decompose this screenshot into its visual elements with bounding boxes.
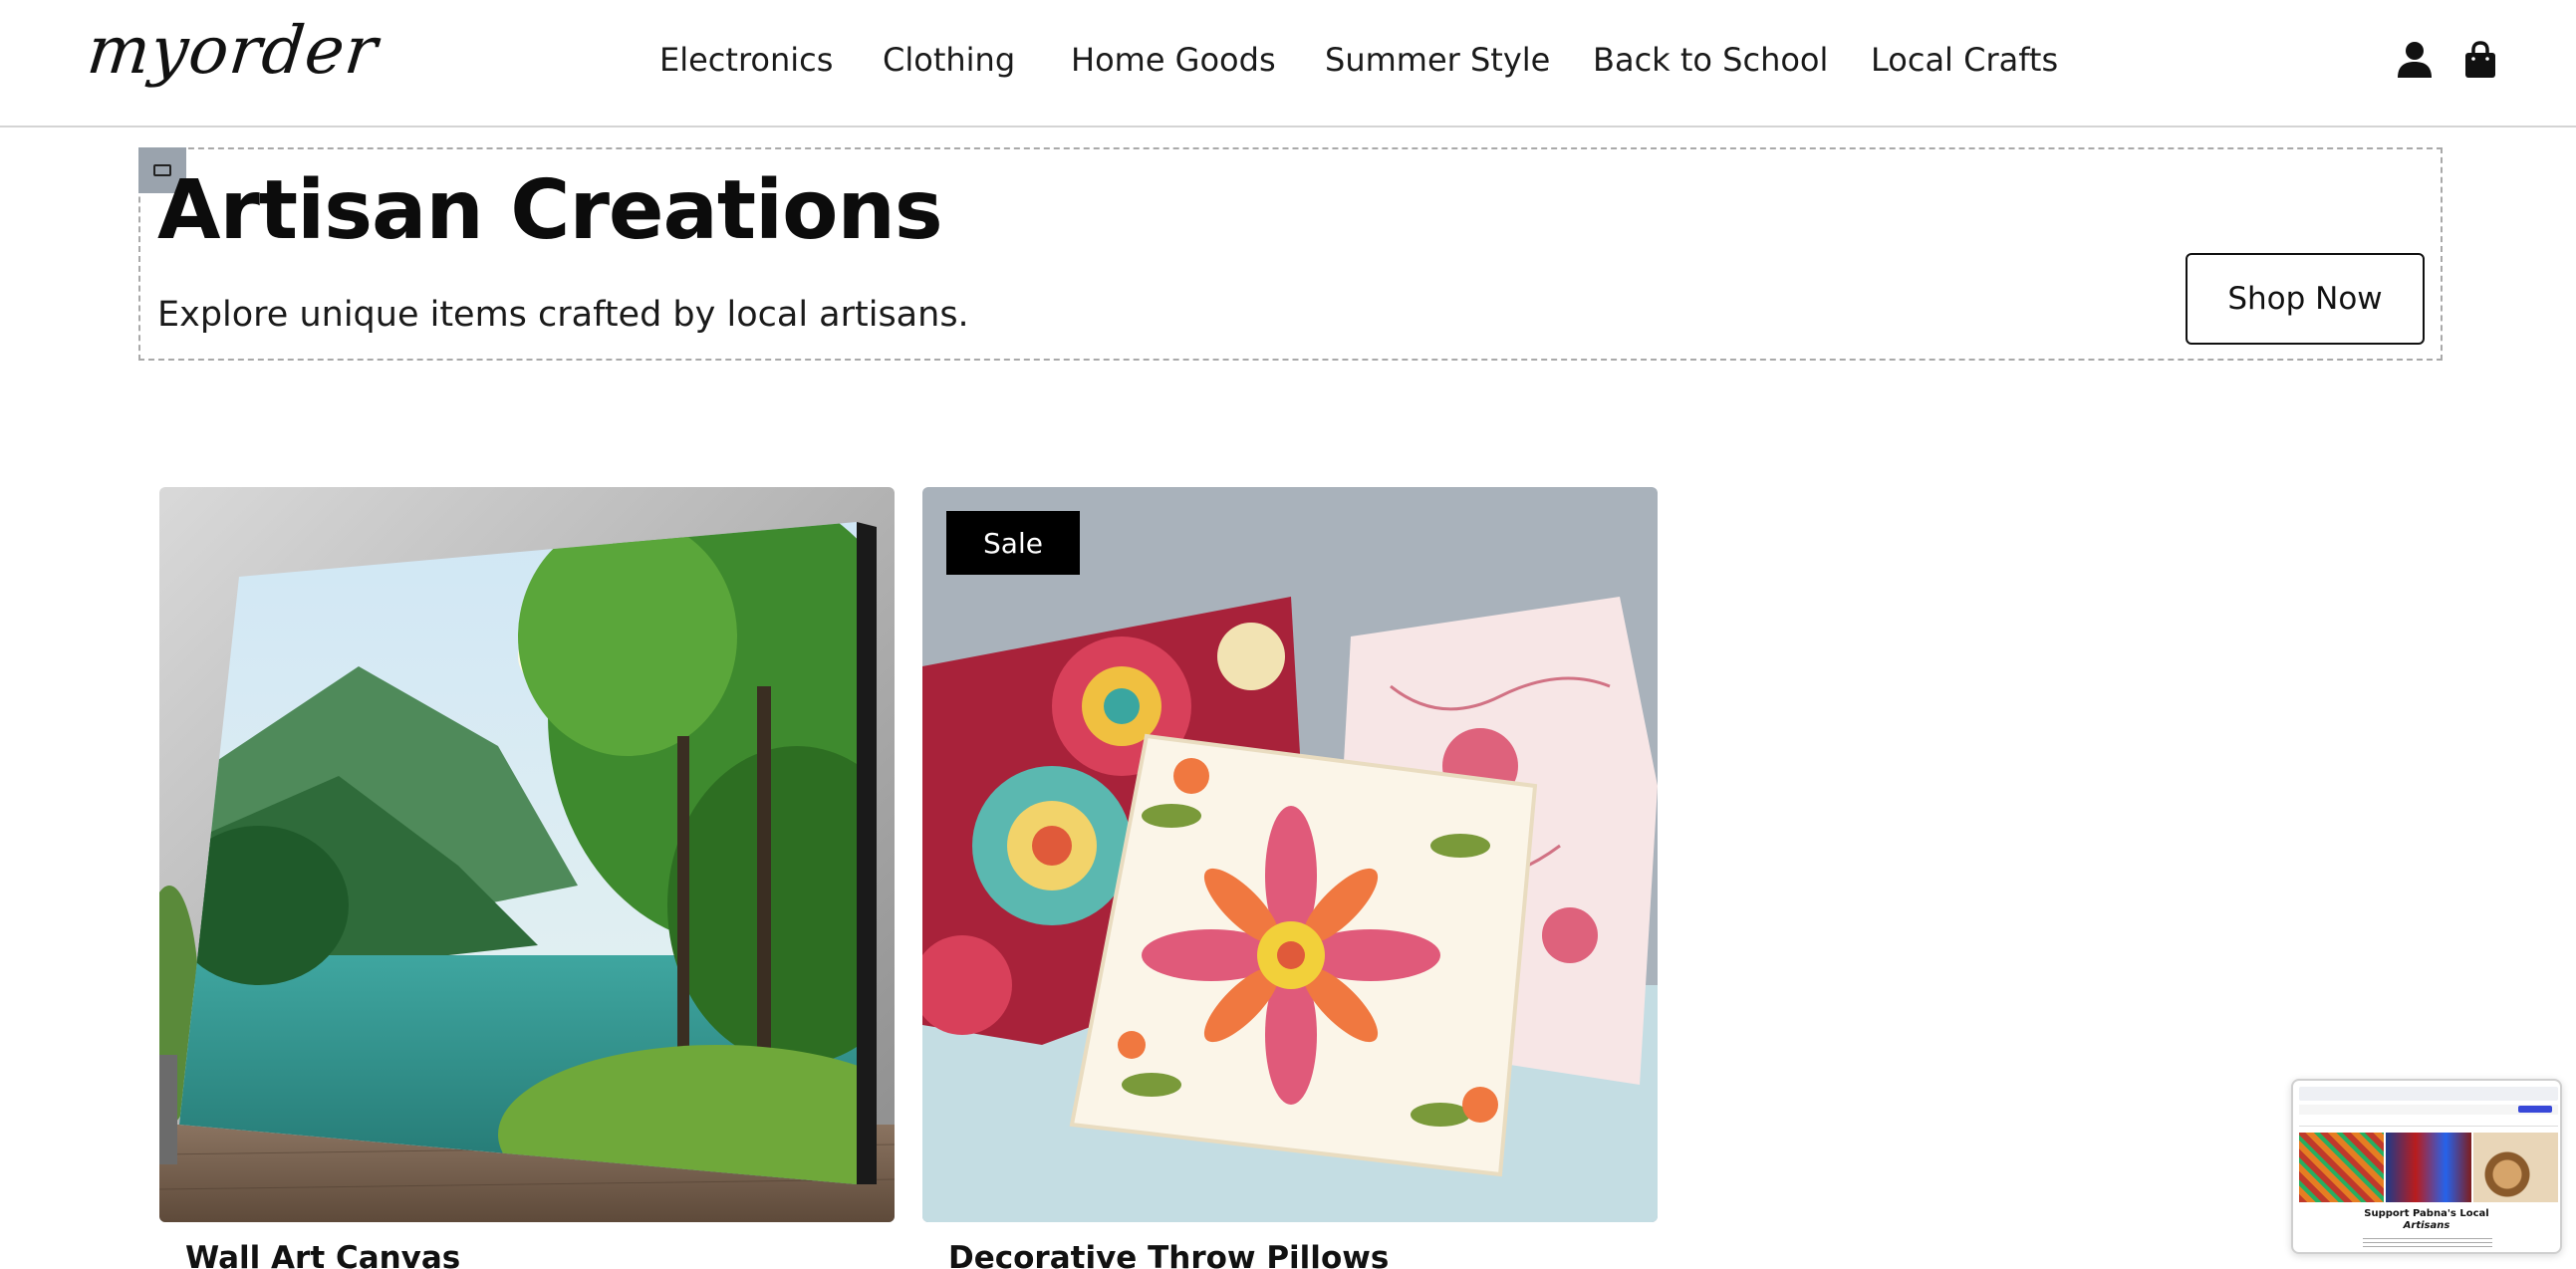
product-title[interactable]: Wall Art Canvas [185, 1240, 460, 1269]
preview-title-line1: Support Pabna's Local [2364, 1208, 2489, 1219]
preview-image [2299, 1133, 2385, 1202]
preview-address-bar [2299, 1105, 2558, 1115]
nav-item-home-goods[interactable]: Home Goods [1071, 38, 1276, 82]
product-image-wall-art[interactable] [159, 487, 895, 1222]
preview-nav [2299, 1121, 2558, 1127]
hero-title: Artisan Creations [157, 163, 943, 258]
product-card[interactable]: Sale Decorative Throw Pillows [922, 487, 1658, 1269]
nav-item-summer-style[interactable]: Summer Style [1325, 38, 1550, 82]
preview-images [2299, 1133, 2558, 1202]
preview-body-text [2363, 1238, 2492, 1250]
site-header: myorder Electronics Clothing Home Goods … [0, 0, 2576, 127]
product-image-throw-pillows[interactable] [922, 487, 1658, 1222]
product-title[interactable]: Decorative Throw Pillows [948, 1240, 1389, 1269]
preview-title-line2: Artisans [2403, 1220, 2450, 1231]
preview-image [2472, 1133, 2558, 1202]
main-nav: Electronics Clothing Home Goods Summer S… [0, 38, 2576, 82]
preview-browser-tabs [2299, 1087, 2558, 1101]
nav-item-local-crafts[interactable]: Local Crafts [1871, 38, 2058, 82]
preview-image [2386, 1133, 2471, 1202]
nav-item-clothing[interactable]: Clothing [883, 38, 1015, 82]
product-card[interactable]: Wall Art Canvas [159, 487, 895, 1269]
shop-now-button[interactable]: Shop Now [2186, 253, 2425, 345]
hero-banner: Artisan Creations Explore unique items c… [138, 147, 2443, 361]
user-icon[interactable] [2395, 40, 2435, 80]
nav-item-back-to-school[interactable]: Back to School [1593, 38, 1828, 82]
preview-title: Support Pabna's Local Artisans [2293, 1208, 2560, 1232]
shopping-bag-icon[interactable] [2460, 40, 2500, 80]
hero-subtitle: Explore unique items crafted by local ar… [157, 295, 969, 335]
sale-badge: Sale [946, 511, 1080, 575]
page-preview-thumbnail[interactable]: Support Pabna's Local Artisans [2291, 1079, 2562, 1254]
nav-item-electronics[interactable]: Electronics [659, 38, 833, 82]
